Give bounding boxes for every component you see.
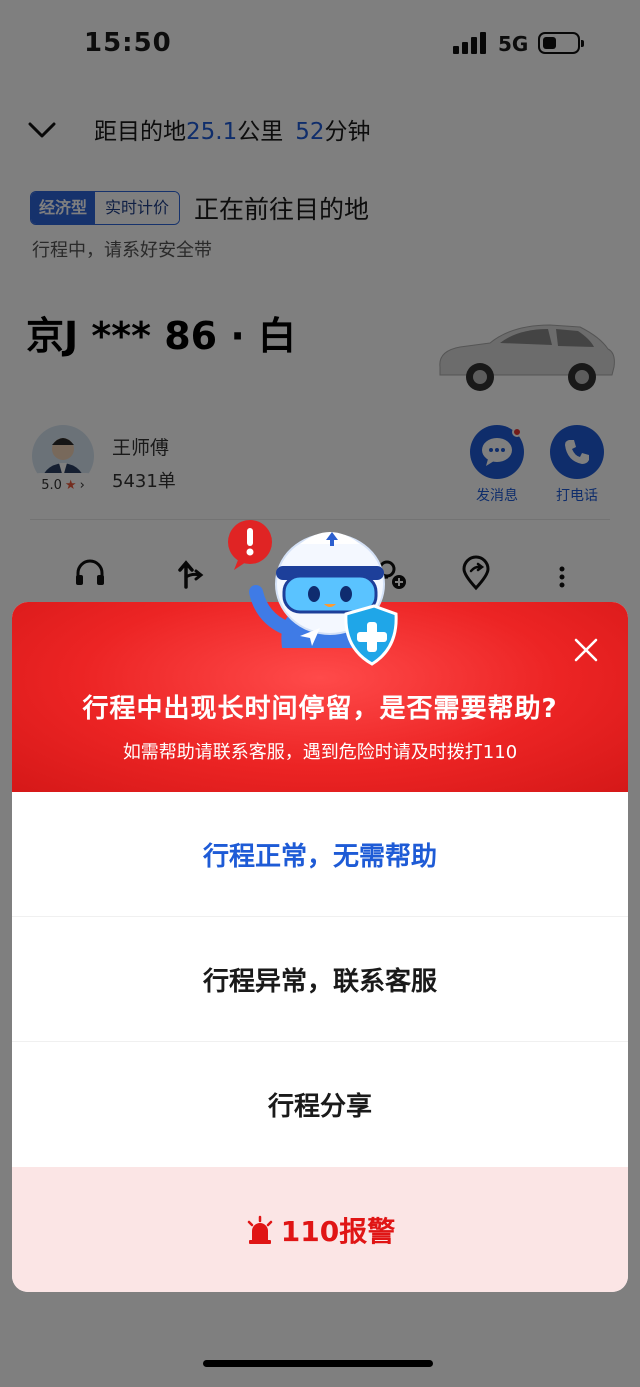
option-trip-normal[interactable]: 行程正常，无需帮助 [12,792,628,917]
help-dialog-subtitle: 如需帮助请联系客服，遇到危险时请及时拨打110 [122,742,518,763]
close-icon[interactable] [572,636,600,664]
option-contact-support[interactable]: 行程异常，联系客服 [12,917,628,1042]
help-dialog: 行程中出现长时间停留，是否需要帮助? 如需帮助请联系客服，遇到危险时请及时拨打1… [12,602,628,1292]
alarm-110-button[interactable]: 110报警 [12,1167,628,1292]
safety-mascot-illustration [228,520,398,666]
home-indicator [203,1360,433,1367]
help-dialog-title: 行程中出现长时间停留，是否需要帮助? [82,694,558,724]
option-share-trip[interactable]: 行程分享 [12,1042,628,1167]
siren-icon [247,1215,273,1244]
alarm-label: 110报警 [280,1214,396,1248]
